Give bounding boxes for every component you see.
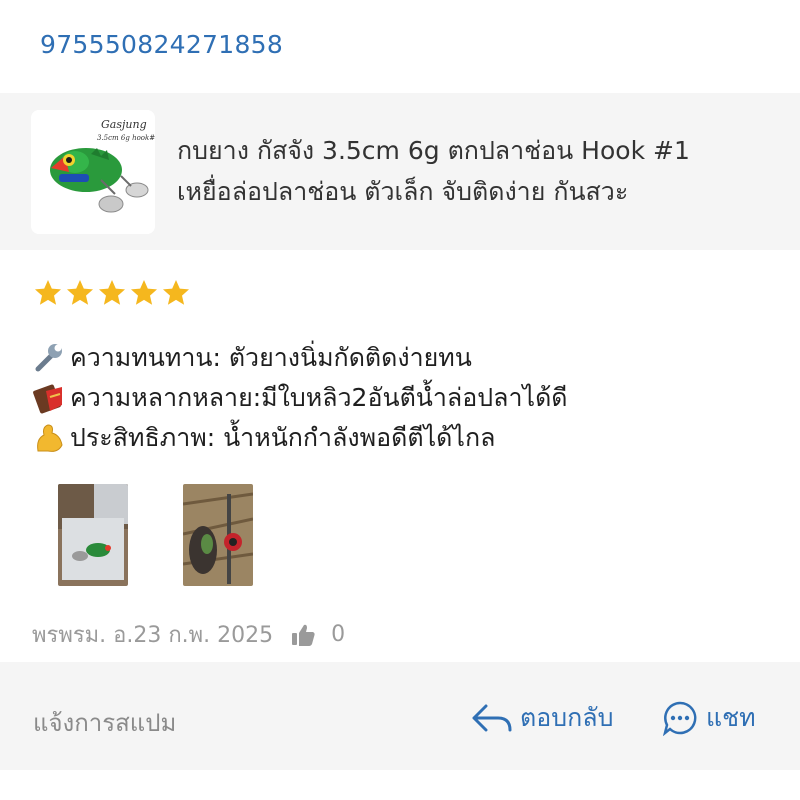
star-icon (35, 280, 61, 305)
review-date: พรพรม. อ.23 ก.พ. 2025 (32, 623, 274, 648)
review-photo[interactable] (58, 484, 128, 586)
like-count: 0 (331, 622, 346, 647)
reply-button[interactable]: ตอบกลับ (470, 698, 613, 738)
order-id: 975550824271858 (40, 30, 284, 59)
review-line-variety: ความหลากหลาย:มีใบหลิว2อันตีน้ำล่อปลาได้ด… (32, 378, 772, 418)
product-title-line-1: กบยาง กัสจัง 3.5cm 6g ตกปลาช่อน Hook #1 (177, 136, 690, 165)
review-text-durability: ความทนทาน: ตัวยางนิ่มกัดติดง่ายทน (70, 343, 472, 372)
chat-label: แชท (706, 703, 756, 732)
review-text-performance: ประสิทธิภาพ: น้ำหนักกำลังพอดีตีได้ไกล (70, 423, 496, 452)
frog-lure-image: Gasjung 3.5cm 6g hook#1 (31, 110, 155, 234)
product-thumbnail[interactable]: Gasjung 3.5cm 6g hook#1 (31, 110, 155, 234)
star-icon (163, 280, 189, 305)
star-icon (67, 280, 93, 305)
review-photos (58, 484, 253, 586)
chocolate-bar-icon (33, 384, 62, 414)
product-card[interactable]: Gasjung 3.5cm 6g hook#1 กบยาง กัสจัง 3.5… (0, 93, 800, 250)
product-title-line-2: เหยื่อล่อปลาช่อน ตัวเล็ก จับติดง่าย กันส… (177, 177, 629, 206)
review-line-performance: ประสิทธิภาพ: น้ำหนักกำลังพอดีตีได้ไกล (32, 418, 772, 458)
review-line-durability: ความทนทาน: ตัวยางนิ่มกัดติดง่ายทน (32, 338, 772, 378)
wrench-icon (35, 344, 62, 372)
review-photo-2-image (183, 484, 253, 586)
review-photo[interactable] (183, 484, 253, 586)
thumbs-up-icon[interactable] (289, 621, 317, 649)
star-icon (99, 280, 125, 305)
reply-label: ตอบกลับ (520, 703, 614, 732)
thumb-caption-1: Gasjung (101, 118, 147, 131)
star-icon (131, 280, 157, 305)
product-title[interactable]: กบยาง กัสจัง 3.5cm 6g ตกปลาช่อน Hook #1 … (177, 130, 787, 212)
review-text-variety: ความหลากหลาย:มีใบหลิว2อันตีน้ำล่อปลาได้ด… (70, 383, 568, 412)
section-divider (0, 250, 800, 262)
review-photo-1-image (58, 484, 128, 586)
star-rating (33, 278, 191, 308)
thumb-caption-2: 3.5cm 6g hook#1 (97, 134, 155, 142)
chat-bubble-icon (662, 701, 697, 736)
flexed-biceps-icon (37, 424, 63, 452)
chat-button[interactable]: แชท (662, 698, 756, 738)
review-body: ความทนทาน: ตัวยางนิ่มกัดติดง่ายทน ความหล… (32, 338, 772, 458)
review-footer: แจ้งการสแปม ตอบกลับ แชท (0, 662, 800, 770)
report-spam-link[interactable]: แจ้งการสแปม (33, 703, 176, 742)
reply-arrow-icon (472, 704, 512, 732)
review-meta: พรพรม. อ.23 ก.พ. 2025 0 (32, 617, 345, 652)
